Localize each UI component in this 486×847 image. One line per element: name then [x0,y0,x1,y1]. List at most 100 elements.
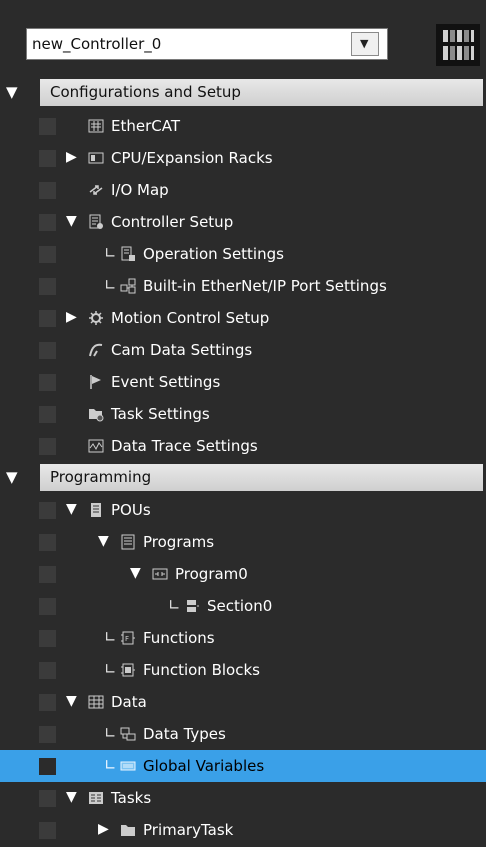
tree-item-cpu-racks[interactable]: ▶ CPU/Expansion Racks [0,142,486,174]
item-checkbox[interactable] [39,534,56,551]
controller-dropdown[interactable]: new_Controller_0 ▼ [26,28,388,60]
folder-icon [121,825,135,836]
tree-item-label: POUs [111,501,151,519]
tree-item-label: Event Settings [111,373,221,391]
tree-item-data[interactable]: ▼ Data [0,686,486,718]
tree-item-label: Program0 [175,565,248,583]
toolbar: new_Controller_0 ▼ [0,0,486,78]
collapse-arrow-icon[interactable]: ▼ [98,533,109,549]
tree-item-ethernet-ip-settings[interactable]: ∟ Built-in EtherNet/IP Port Settings [0,270,486,302]
expand-arrow-icon[interactable]: ▶ [66,309,77,325]
tree-item-label: CPU/Expansion Racks [111,149,273,167]
item-checkbox[interactable] [39,758,56,775]
svg-text:F: F [125,635,129,643]
tree-item-label: Task Settings [111,405,210,423]
tree-item-operation-settings[interactable]: ∟ Operation Settings [0,238,486,270]
item-checkbox[interactable] [39,662,56,679]
collapse-arrow-icon[interactable]: ▼ [66,501,77,517]
section-icon [187,600,199,612]
item-checkbox[interactable] [39,726,56,743]
collapse-icon[interactable]: ▼ [6,468,18,486]
item-checkbox[interactable] [39,438,56,455]
collapse-arrow-icon[interactable]: ▼ [130,565,141,581]
chevron-down-icon: ▼ [360,37,369,50]
tree-item-tasks[interactable]: ▼ Tasks [0,782,486,814]
tree-connector-icon: ∟ [104,628,117,646]
tree-item-label: I/O Map [111,181,169,199]
tree-item-program0[interactable]: ▼ Program0 [0,558,486,590]
collapse-arrow-icon[interactable]: ▼ [66,789,77,805]
item-checkbox[interactable] [39,406,56,423]
tree-item-label: Programs [143,533,215,551]
section-configurations[interactable]: ▼ Configurations and Setup [0,78,486,108]
item-checkbox[interactable] [39,150,56,167]
tree-connector-icon: ∟ [104,756,117,774]
item-checkbox[interactable] [39,118,56,135]
filter-toggle-icon[interactable] [436,24,480,66]
section-header-bar[interactable]: Configurations and Setup [40,79,483,106]
tree-item-ethercat[interactable]: EtherCAT [0,110,486,142]
tree-item-pous[interactable]: ▼ POUs [0,494,486,526]
item-checkbox[interactable] [39,566,56,583]
pou-icon [91,503,101,517]
tree-item-cam-data[interactable]: Cam Data Settings [0,334,486,366]
tree-item-programs[interactable]: ▼ Programs [0,526,486,558]
tree-item-label: Global Variables [143,757,265,775]
network-port-icon [120,278,136,294]
item-checkbox[interactable] [39,214,56,231]
global-variables-icon [120,761,136,771]
tree-item-label: Data Types [143,725,226,743]
tree-connector-icon: ∟ [104,724,117,742]
item-checkbox[interactable] [39,598,56,615]
expand-arrow-icon[interactable]: ▶ [98,821,109,837]
tasks-icon [89,792,103,804]
cam-curve-icon [89,343,103,357]
tree-item-label: Motion Control Setup [111,309,270,327]
tree-item-primary-task[interactable]: ▶ PrimaryTask [0,814,486,846]
tree-item-label: EtherCAT [111,117,180,135]
item-checkbox[interactable] [39,694,56,711]
tree-item-global-variables[interactable]: ∟ Global Variables [0,750,486,782]
tree-item-label: Tasks [111,789,152,807]
item-checkbox[interactable] [39,822,56,839]
item-checkbox[interactable] [39,630,56,647]
item-checkbox[interactable] [39,790,56,807]
ladder-program-icon [152,568,168,580]
tree-connector-icon: ∟ [168,596,181,614]
tree-item-label: PrimaryTask [143,821,234,839]
dropdown-arrow-button[interactable]: ▼ [351,32,379,56]
item-checkbox[interactable] [39,246,56,263]
collapse-icon[interactable]: ▼ [6,83,18,101]
tree-item-data-trace[interactable]: Data Trace Settings [0,430,486,462]
io-map-arrows-icon [89,185,103,195]
tree-connector-icon: ∟ [104,276,117,294]
controller-dropdown-value: new_Controller_0 [32,35,162,53]
item-checkbox[interactable] [39,310,56,327]
tree-item-function-blocks[interactable]: ∟ Function Blocks [0,654,486,686]
tree-item-section0[interactable]: ∟ Section0 [0,590,486,622]
item-checkbox[interactable] [39,502,56,519]
tree-item-motion-control[interactable]: ▶ Motion Control Setup [0,302,486,334]
tree-item-event-settings[interactable]: Event Settings [0,366,486,398]
item-checkbox[interactable] [39,342,56,359]
tree-item-label: Function Blocks [143,661,260,679]
item-checkbox[interactable] [39,278,56,295]
tree-item-label: Functions [143,629,215,647]
tree-item-functions[interactable]: ∟ F Functions [0,622,486,654]
tree-item-io-map[interactable]: I/O Map [0,174,486,206]
section-programming[interactable]: ▼ Programming [0,463,486,493]
tree-item-task-settings[interactable]: Task Settings [0,398,486,430]
ethercat-icon [88,119,104,133]
rack-icon [88,152,104,164]
expand-arrow-icon[interactable]: ▶ [66,149,77,165]
item-checkbox[interactable] [39,182,56,199]
collapse-arrow-icon[interactable]: ▼ [66,213,77,229]
tree-item-label: Section0 [207,597,273,615]
item-checkbox[interactable] [39,374,56,391]
function-block-icon [121,663,135,677]
tree-item-data-types[interactable]: ∟ Data Types [0,718,486,750]
tree-item-controller-setup[interactable]: ▼ Controller Setup [0,206,486,238]
collapse-arrow-icon[interactable]: ▼ [66,693,77,709]
section-header-bar[interactable]: Programming [40,464,483,491]
tree-connector-icon: ∟ [104,660,117,678]
